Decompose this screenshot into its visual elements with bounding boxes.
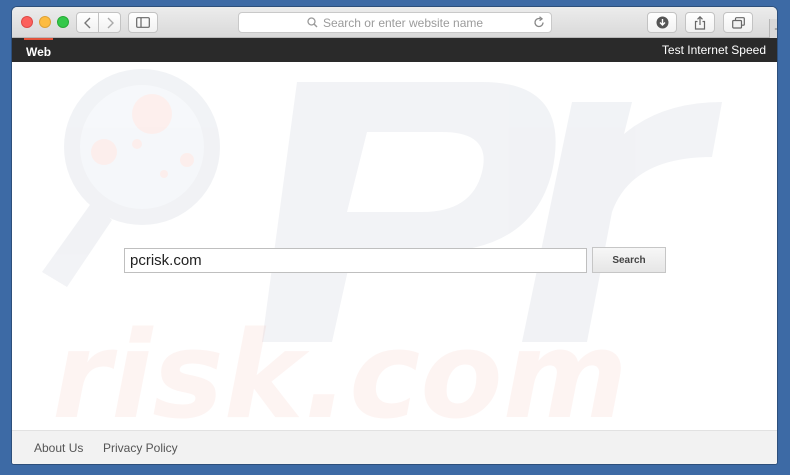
watermark-text: risk.com (52, 307, 628, 430)
downloads-button[interactable] (647, 12, 677, 33)
test-internet-speed-link[interactable]: Test Internet Speed (662, 38, 766, 62)
pcrisk-watermark: risk.com (42, 69, 722, 430)
sidebar-icon (136, 17, 150, 28)
forward-button[interactable] (98, 12, 121, 33)
search-input[interactable]: pcrisk.com (124, 248, 587, 273)
browser-toolbar: Search or enter website name (12, 7, 777, 38)
new-tab-button[interactable]: + (769, 19, 777, 39)
privacy-policy-link[interactable]: Privacy Policy (103, 441, 178, 455)
web-tab[interactable]: Web (24, 38, 54, 62)
about-us-link[interactable]: About Us (34, 441, 83, 455)
sidebar-toggle-button[interactable] (128, 12, 158, 33)
back-button[interactable] (76, 12, 99, 33)
chevron-left-icon (83, 17, 90, 28)
search-button[interactable]: Search (592, 247, 666, 273)
minimize-window-button[interactable] (39, 16, 51, 28)
tabs-overview-icon (731, 16, 745, 29)
zoom-window-button[interactable] (57, 16, 69, 28)
share-button[interactable] (685, 12, 715, 33)
search-icon (307, 17, 318, 28)
page-footer: About Us Privacy Policy (12, 430, 777, 464)
share-icon (694, 15, 706, 30)
browser-window: Search or enter website name + Web Test … (12, 7, 777, 464)
address-bar[interactable]: Search or enter website name (238, 12, 552, 33)
chevron-right-icon (107, 17, 114, 28)
download-icon (656, 16, 668, 29)
page-nav-bar: Web Test Internet Speed (12, 38, 777, 62)
page-content: risk.com pcrisk.com Search (12, 62, 777, 430)
close-window-button[interactable] (21, 16, 33, 28)
reload-icon[interactable] (533, 16, 545, 29)
show-tabs-button[interactable] (723, 12, 753, 33)
address-placeholder: Search or enter website name (322, 15, 484, 30)
